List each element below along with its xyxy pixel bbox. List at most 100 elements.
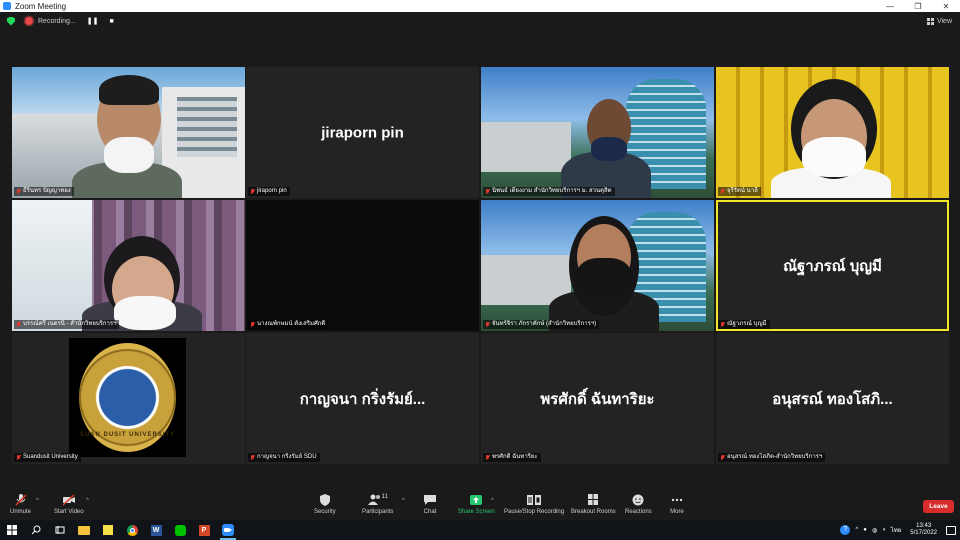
chat-button[interactable]: Chat <box>423 494 437 515</box>
windows-start-button[interactable] <box>0 520 24 540</box>
help-icon[interactable]: ? <box>840 525 851 535</box>
system-tray: ? ^ ● ◍ ◖ ไทย 13:43 5/17/2022 <box>840 523 956 537</box>
powerpoint-icon: P <box>198 524 210 536</box>
participant-name-label: อนุสรณ์ ทองโสภิต-สำนักวิทยบริการฯ <box>718 453 826 462</box>
mic-muted-icon <box>485 188 490 195</box>
meeting-toolbar: Unmute ^ Start Video ^ Security 11 Parti… <box>0 490 960 520</box>
participants-button[interactable]: 11 Participants <box>362 494 393 515</box>
leave-button[interactable]: Leave <box>923 500 954 513</box>
line-app-icon <box>174 524 186 536</box>
security-shield-icon[interactable] <box>7 16 15 26</box>
participant-name-label: Suandusit University <box>14 453 81 462</box>
mic-muted-icon <box>720 321 725 328</box>
word-icon: W <box>150 524 162 536</box>
mic-muted-icon <box>720 454 725 461</box>
participant-tile[interactable]: จันทร์จิรา ภักราคักษ์ (สำนักวิทยบริการฯ) <box>481 200 714 331</box>
breakout-rooms-button[interactable]: Breakout Rooms <box>571 494 616 515</box>
microphone-tray-icon[interactable]: ● <box>863 527 867 533</box>
smiley-icon <box>632 494 644 506</box>
window-background <box>12 200 92 331</box>
participant-tile[interactable]: นิพนธ์ เตียงงาม สำนักวิทยบริการฯ ม. สวนด… <box>481 67 714 198</box>
clock-time: 13:43 <box>916 523 932 529</box>
participant-tile[interactable]: jiraporn pin jiraporn pin <box>246 67 479 198</box>
minimize-button[interactable]: — <box>876 2 904 11</box>
start-video-button[interactable]: Start Video <box>54 494 84 515</box>
more-button[interactable]: More <box>670 494 684 515</box>
participant-name-label: นิพนธ์ เตียงงาม สำนักวิทยบริการฯ ม. สวนด… <box>483 187 615 196</box>
language-indicator[interactable]: ไทย <box>891 525 902 535</box>
share-screen-button[interactable]: Share Screen <box>458 494 495 515</box>
unmute-button[interactable]: Unmute <box>10 494 31 515</box>
record-icon <box>25 17 33 25</box>
participant-tile[interactable]: จุรีรัตน์ นาลี <box>716 67 949 198</box>
volume-icon[interactable]: ◖ <box>882 527 886 533</box>
clock-date: 5/17/2022 <box>910 530 937 536</box>
participant-tile[interactable]: นางณพ์กษมน์ ตั้งเสริมศักดิ์ <box>246 200 479 331</box>
show-hidden-icons-icon[interactable]: ^ <box>855 527 858 533</box>
view-label: View <box>936 17 952 25</box>
participant-name-label: ณัฐาภรณ์ บุญมี <box>718 320 770 329</box>
notifications-icon[interactable] <box>946 525 956 535</box>
pause-stop-recording-button[interactable]: Pause/Stop Recording <box>504 494 564 515</box>
task-view-button[interactable] <box>48 520 72 540</box>
participant-name-label: จุรีรัตน์ นาลี <box>718 187 761 196</box>
window-title-bar: Zoom Meeting — ❐ ✕ <box>0 0 960 12</box>
participant-display-name: กาญจนา กริ่งรัมย์... <box>299 390 426 408</box>
participant-tile[interactable]: อนุสรณ์ ทองโสภิ... อนุสรณ์ ทองโสภิต-สำนั… <box>716 333 949 464</box>
mic-muted-icon <box>250 454 255 461</box>
windows-taskbar: W P ? ^ ● ◍ ◖ ไทย 13:43 5/17/2022 <box>0 520 960 540</box>
taskbar-chrome[interactable] <box>120 520 144 540</box>
taskbar-line[interactable] <box>168 520 192 540</box>
participant-count: 11 <box>381 494 388 500</box>
participant-tile[interactable]: ธีรินทร ปัญญาทอง <box>12 67 245 198</box>
taskbar-sticky-notes[interactable] <box>96 520 120 540</box>
view-button[interactable]: View <box>926 17 952 25</box>
chat-icon <box>424 495 436 505</box>
reactions-button[interactable]: Reactions <box>625 494 652 515</box>
meeting-top-bar: Recording... ❚❚ ■ View <box>0 12 960 30</box>
participants-icon <box>367 494 380 505</box>
taskbar-zoom[interactable] <box>216 520 240 540</box>
mic-muted-icon <box>720 188 725 195</box>
video-options-caret[interactable]: ^ <box>86 498 89 504</box>
search-button[interactable] <box>24 520 48 540</box>
pause-recording-button[interactable]: ❚❚ <box>87 17 99 25</box>
chrome-icon <box>126 524 138 536</box>
participant-tile[interactable]: พรศักดิ์ ฉันทาริยะ พรศักดิ์ ฉันทาริยะ <box>481 333 714 464</box>
participant-tile[interactable]: บรรณ์ศรี เนตรนิ - สำนักวิทยบริการฯ <box>12 200 245 331</box>
mic-muted-icon <box>250 188 255 195</box>
taskbar-file-explorer[interactable] <box>72 520 96 540</box>
close-button[interactable]: ✕ <box>932 2 960 11</box>
taskbar-powerpoint[interactable]: P <box>192 520 216 540</box>
zoom-icon <box>222 524 234 536</box>
participant-tile[interactable]: SUAN DUSIT UNIVERSITY Suandusit Universi… <box>12 333 245 464</box>
participant-tile[interactable]: กาญจนา กริ่งรัมย์... กาญจนา กริ่งรัมย์ S… <box>246 333 479 464</box>
folder-icon <box>78 525 90 535</box>
mic-muted-icon <box>485 454 490 461</box>
university-logo: SUAN DUSIT UNIVERSITY <box>69 338 186 457</box>
participant-display-name: พรศักดิ์ ฉันทาริยะ <box>540 390 655 408</box>
security-button[interactable]: Security <box>314 494 336 515</box>
share-options-caret[interactable]: ^ <box>491 498 494 504</box>
taskbar-word[interactable]: W <box>144 520 168 540</box>
mic-muted-icon <box>14 494 27 506</box>
search-icon <box>31 525 41 535</box>
task-view-icon <box>55 526 65 534</box>
windows-logo-icon <box>7 525 17 535</box>
mic-muted-icon <box>16 454 21 461</box>
pause-stop-icon <box>527 495 542 505</box>
active-speaker-tile[interactable]: ณัฐาภรณ์ บุญมี ณัฐาภรณ์ บุญมี <box>716 200 949 331</box>
university-seal-icon: SUAN DUSIT UNIVERSITY <box>79 343 176 452</box>
taskbar-clock[interactable]: 13:43 5/17/2022 <box>910 523 937 537</box>
zoom-logo-icon <box>3 2 11 10</box>
participants-options-caret[interactable]: ^ <box>402 498 405 504</box>
more-dots-icon <box>671 498 683 502</box>
share-screen-icon <box>470 495 483 505</box>
audio-options-caret[interactable]: ^ <box>36 498 39 504</box>
maximize-button[interactable]: ❐ <box>904 2 932 11</box>
stop-recording-button[interactable]: ■ <box>109 18 113 25</box>
network-icon[interactable]: ◍ <box>872 527 877 534</box>
window-title: Zoom Meeting <box>15 1 67 11</box>
video-off-icon <box>62 494 75 506</box>
participant-display-name: อนุสรณ์ ทองโสภิ... <box>772 390 893 408</box>
